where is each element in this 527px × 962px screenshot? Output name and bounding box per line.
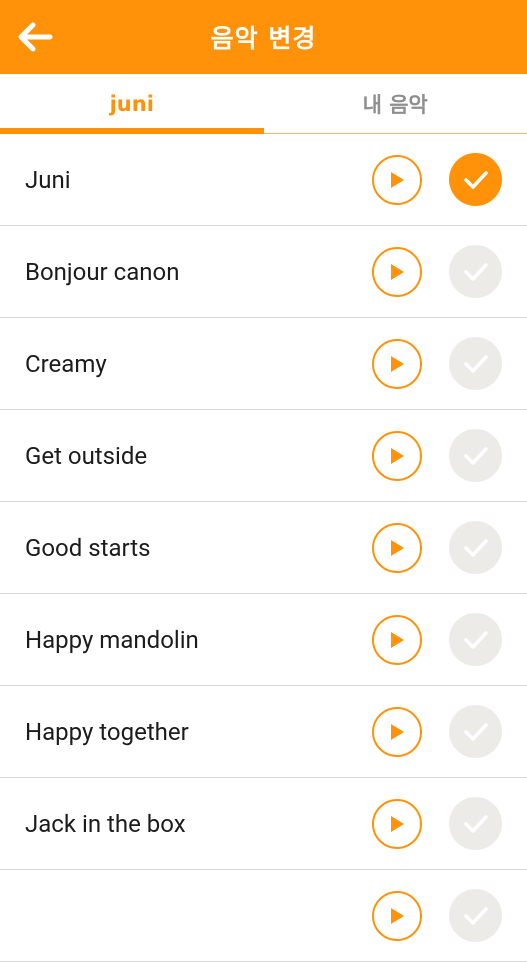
play-button[interactable]: [372, 155, 422, 205]
track-row[interactable]: Juni: [0, 134, 527, 226]
play-icon: [388, 262, 406, 282]
check-icon: [463, 721, 489, 743]
play-icon: [388, 170, 406, 190]
track-row[interactable]: Good starts: [0, 502, 527, 594]
check-icon: [463, 629, 489, 651]
select-check-button[interactable]: [449, 245, 502, 298]
track-name: Happy together: [25, 718, 189, 746]
play-icon: [388, 630, 406, 650]
check-icon: [463, 445, 489, 467]
page-title: 음악 변경: [211, 19, 317, 55]
play-icon: [388, 446, 406, 466]
track-row[interactable]: Creamy: [0, 318, 527, 410]
play-button[interactable]: [372, 891, 422, 941]
select-check-button[interactable]: [449, 429, 502, 482]
play-button[interactable]: [372, 431, 422, 481]
play-icon: [388, 354, 406, 374]
track-row[interactable]: Jack in the box: [0, 778, 527, 870]
track-name: Happy mandolin: [25, 626, 199, 654]
track-row[interactable]: Happy mandolin: [0, 594, 527, 686]
play-button[interactable]: [372, 799, 422, 849]
select-check-button[interactable]: [449, 613, 502, 666]
track-name: Good starts: [25, 534, 150, 562]
play-icon: [388, 722, 406, 742]
track-name: Bonjour canon: [25, 258, 179, 286]
play-icon: [388, 906, 406, 926]
select-check-button[interactable]: [449, 337, 502, 390]
select-check-button[interactable]: [449, 889, 502, 942]
play-button[interactable]: [372, 247, 422, 297]
tab-my-music[interactable]: 내 음악: [264, 74, 527, 133]
play-button[interactable]: [372, 339, 422, 389]
arrow-left-icon: [17, 22, 53, 52]
track-name: Creamy: [25, 350, 107, 378]
select-check-button[interactable]: [449, 153, 502, 206]
track-name: Jack in the box: [25, 810, 186, 838]
track-row[interactable]: Get outside: [0, 410, 527, 502]
check-icon: [463, 353, 489, 375]
check-icon: [463, 905, 489, 927]
tab-bar: juni 내 음악: [0, 74, 527, 134]
track-row[interactable]: [0, 870, 527, 962]
track-row[interactable]: Bonjour canon: [0, 226, 527, 318]
check-icon: [463, 169, 489, 191]
select-check-button[interactable]: [449, 705, 502, 758]
play-icon: [388, 814, 406, 834]
check-icon: [463, 813, 489, 835]
track-name: Juni: [25, 166, 71, 194]
track-list: Juni Bonjour canon Creamy Get outside: [0, 134, 527, 962]
play-button[interactable]: [372, 523, 422, 573]
play-icon: [388, 538, 406, 558]
play-button[interactable]: [372, 707, 422, 757]
check-icon: [463, 261, 489, 283]
track-row[interactable]: Happy together: [0, 686, 527, 778]
app-bar: 음악 변경: [0, 0, 527, 74]
select-check-button[interactable]: [449, 797, 502, 850]
check-icon: [463, 537, 489, 559]
track-name: Get outside: [25, 442, 147, 470]
select-check-button[interactable]: [449, 521, 502, 574]
tab-juni[interactable]: juni: [0, 74, 264, 133]
play-button[interactable]: [372, 615, 422, 665]
back-button[interactable]: [12, 16, 58, 58]
